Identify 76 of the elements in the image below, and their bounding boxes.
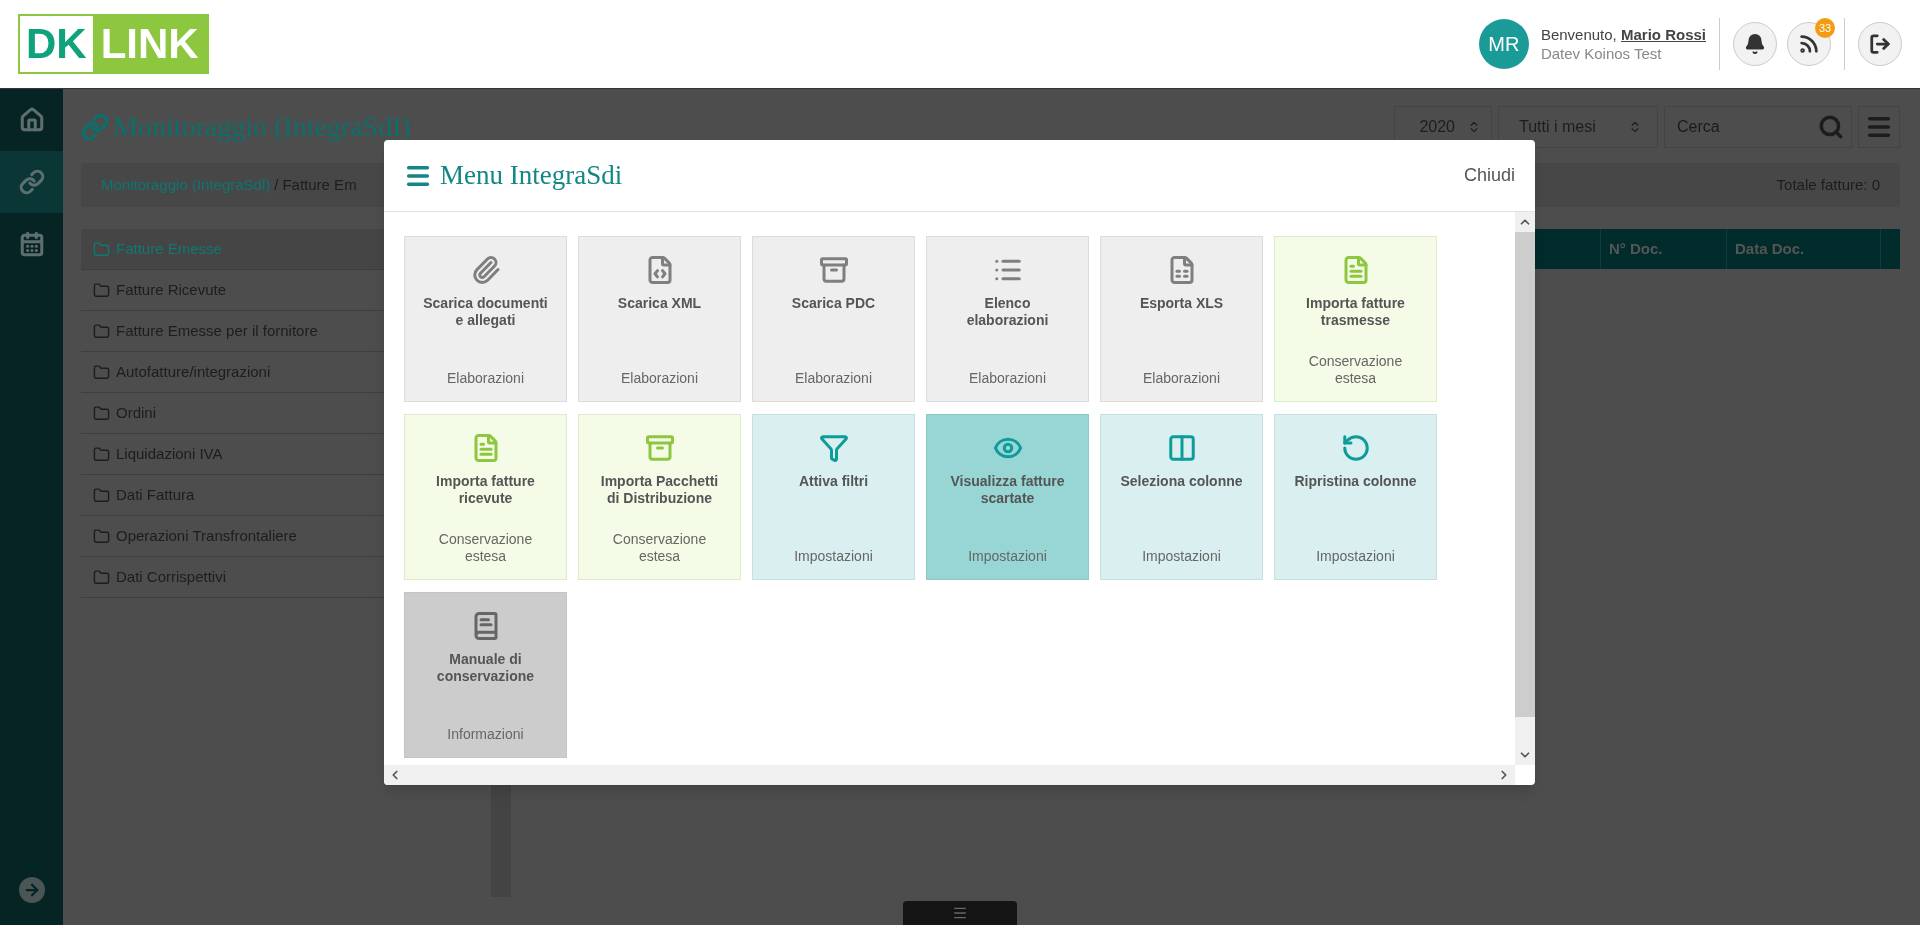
company-name: Datev Koinos Test bbox=[1540, 44, 1663, 63]
expand-button[interactable] bbox=[18, 877, 45, 903]
tile-label: Ripristina colonne bbox=[1294, 473, 1417, 490]
search-icon bbox=[1818, 114, 1844, 140]
tile-category: Impostazioni bbox=[1142, 548, 1221, 565]
tile-category: Elaborazioni bbox=[620, 370, 699, 387]
tile-category: Elaborazioni bbox=[1142, 370, 1221, 387]
close-button[interactable]: Chiudi bbox=[1463, 162, 1515, 189]
folder-icon bbox=[93, 486, 110, 504]
horizontal-scrollbar[interactable] bbox=[384, 765, 1515, 785]
menu-tile[interactable]: Seleziona colonne Impostazioni bbox=[1100, 414, 1263, 580]
welcome-text: Benvenuto, Mario Rossi bbox=[1540, 25, 1706, 44]
tile-label: Seleziona colonne bbox=[1120, 473, 1243, 490]
menu-tile[interactable]: Importa fatture trasmesse Conservazione estesa bbox=[1274, 236, 1437, 402]
columns-icon bbox=[1166, 433, 1197, 463]
link-icon bbox=[81, 113, 109, 141]
tile-category: Impostazioni bbox=[1316, 548, 1395, 565]
tile-category: Elaborazioni bbox=[968, 370, 1047, 387]
menu-icon bbox=[952, 905, 968, 921]
folder-icon bbox=[93, 363, 110, 381]
logout-icon bbox=[1869, 33, 1891, 55]
rss-icon bbox=[1798, 33, 1820, 55]
folder-icon bbox=[93, 527, 110, 545]
tile-label: Importa Pacchetti di Distribuzione bbox=[599, 473, 720, 507]
menu-tile[interactable]: Ripristina colonne Impostazioni bbox=[1274, 414, 1437, 580]
modal-title: Menu IntegraSdi bbox=[440, 159, 623, 193]
menu-tile[interactable]: Visualizza fatture scartate Impostazioni bbox=[926, 414, 1089, 580]
folder-icon bbox=[93, 322, 110, 340]
menu-tile[interactable]: Scarica XML Elaborazioni bbox=[578, 236, 741, 402]
menu-tile[interactable]: Importa fatture ricevute Conservazione estesa bbox=[404, 414, 567, 580]
tile-label: Scarica PDC bbox=[791, 295, 876, 312]
link-icon bbox=[18, 169, 45, 195]
tile-label: Importa fatture trasmesse bbox=[1305, 295, 1406, 329]
archive-icon bbox=[818, 255, 849, 285]
logo-text: LINK bbox=[92, 16, 207, 72]
menu-tile[interactable]: Scarica documenti e allegati Elaborazioni bbox=[404, 236, 567, 402]
undo-icon bbox=[1340, 433, 1371, 463]
folder-icon bbox=[93, 404, 110, 422]
page-title: Monitoraggio (IntegraSdI) bbox=[113, 110, 411, 144]
paperclip-icon bbox=[470, 255, 501, 285]
menu-button[interactable] bbox=[1858, 106, 1900, 148]
tile-label: Attiva filtri bbox=[798, 473, 869, 490]
folder-icon bbox=[93, 568, 110, 586]
logout-button[interactable] bbox=[1858, 22, 1902, 66]
calendar-icon bbox=[18, 231, 45, 257]
folder-icon bbox=[93, 445, 110, 463]
bottom-toggle[interactable] bbox=[903, 901, 1017, 925]
user-name-link[interactable]: Mario Rossi bbox=[1620, 26, 1706, 43]
notifications-button[interactable] bbox=[1733, 22, 1777, 66]
tile-label: Scarica XML bbox=[617, 295, 702, 312]
filter-icon bbox=[818, 433, 849, 463]
tile-category: Impostazioni bbox=[968, 548, 1047, 565]
nav-item[interactable] bbox=[0, 151, 63, 213]
menu-tile[interactable]: Importa Pacchetti di Distribuzione Conservazione estesa bbox=[578, 414, 741, 580]
bell-icon bbox=[1744, 33, 1766, 55]
tile-label: Elenco elaborazioni bbox=[965, 295, 1050, 329]
tile-category: Elaborazioni bbox=[794, 370, 873, 387]
menu-tile[interactable]: Manuale di conservazione Informazioni bbox=[404, 592, 567, 758]
folder-icon bbox=[93, 240, 110, 258]
tile-category: Informazioni bbox=[447, 726, 524, 743]
menu-tile[interactable]: Esporta XLS Elaborazioni bbox=[1100, 236, 1263, 402]
home-icon bbox=[18, 107, 45, 133]
tile-category: Impostazioni bbox=[794, 548, 873, 565]
tile-label: Visualizza fatture scartate bbox=[949, 473, 1066, 507]
menu-tile[interactable]: Attiva filtri Impostazioni bbox=[752, 414, 915, 580]
breadcrumb-separator: / bbox=[274, 174, 279, 195]
menu-tile[interactable]: Elenco elaborazioni Elaborazioni bbox=[926, 236, 1089, 402]
tile-label: Esporta XLS bbox=[1139, 295, 1224, 312]
tile-category: Conservazione estesa bbox=[1307, 353, 1404, 387]
user-avatar: MR bbox=[1478, 19, 1529, 69]
notification-badge: 33 bbox=[1815, 18, 1835, 38]
archive-icon bbox=[644, 433, 675, 463]
tile-label: Manuale di conservazione bbox=[435, 651, 536, 685]
tile-category: Conservazione estesa bbox=[611, 531, 708, 565]
folder-icon bbox=[93, 281, 110, 299]
menu-tile[interactable]: Scarica PDC Elaborazioni bbox=[752, 236, 915, 402]
